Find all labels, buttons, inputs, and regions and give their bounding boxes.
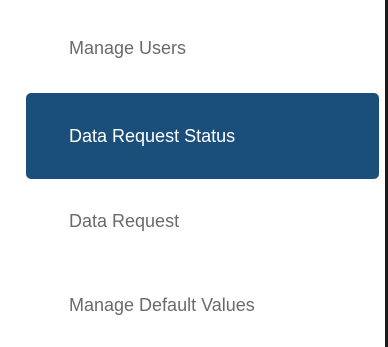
nav-item-label: Manage Default Values xyxy=(69,294,255,315)
sidebar-nav-panel: Manage Users Data Request Status Data Re… xyxy=(0,0,388,347)
nav-item-manage-users[interactable]: Manage Users xyxy=(26,5,379,91)
nav-item-manage-default-values[interactable]: Manage Default Values xyxy=(26,262,379,347)
nav-item-label: Data Request Status xyxy=(69,125,236,146)
nav-item-label: Data Request xyxy=(69,210,180,231)
nav-item-label: Manage Users xyxy=(69,37,187,58)
nav-item-data-request-status[interactable]: Data Request Status xyxy=(26,93,379,179)
nav-item-data-request[interactable]: Data Request xyxy=(26,178,379,264)
